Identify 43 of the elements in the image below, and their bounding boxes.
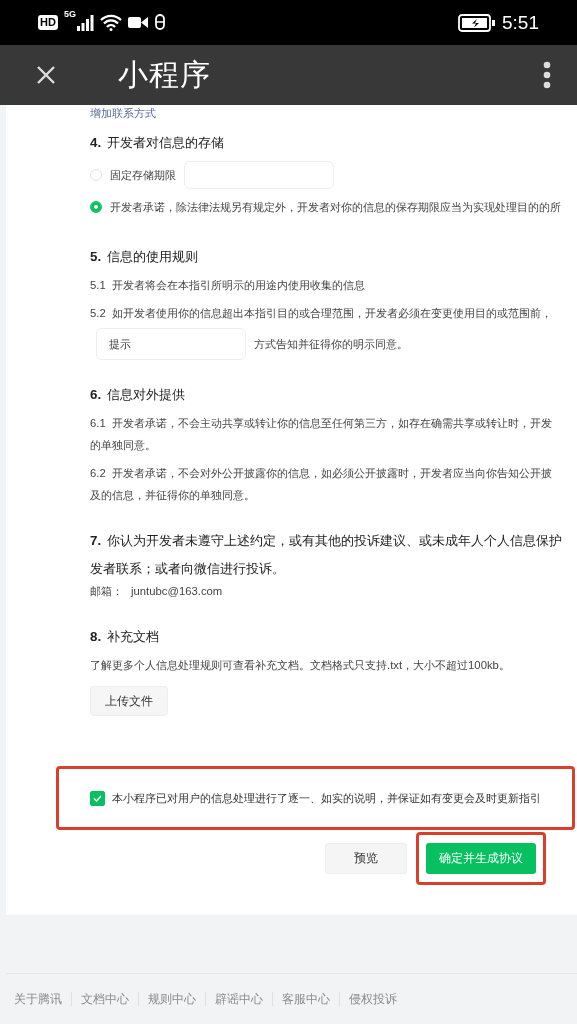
clock-time: 5:51 <box>502 11 539 34</box>
confirm-button[interactable]: 确定并生成协议 <box>426 843 536 874</box>
footer-link[interactable]: 侵权投诉 <box>339 992 406 1006</box>
signal-icon <box>75 14 94 31</box>
input-field[interactable]: 提示 <box>96 328 246 360</box>
checkbox[interactable] <box>90 790 105 806</box>
section-heading: 8. 补充文档 <box>90 628 161 646</box>
radio-label: 固定存储期限 <box>110 168 176 183</box>
footer-link[interactable]: 辟谣中心 <box>205 992 272 1006</box>
add-contact-link[interactable]: 增加联系方式 <box>90 106 577 120</box>
section-heading: 发者联系；或者向微信进行投诉。 <box>90 560 286 578</box>
clause-text: 6.2 开发者承诺，不会对外公开披露你的信息，如必须公开披露时，开发者应当向你告知公开披 <box>90 466 552 481</box>
email-address: juntubc@163.com <box>131 585 223 597</box>
close-icon[interactable] <box>36 65 56 85</box>
clause-text: 6.1 开发者承诺，不会主动共享或转让你的信息至任何第三方，如存在确需共享或转让时，开发 <box>90 416 552 431</box>
agreement-text: 本小程序已对用户的信息处理进行了逐一、如实的说明，并保证如有变更会及时更新指引 <box>112 790 541 806</box>
footer-link[interactable]: 文档中心 <box>71 992 138 1006</box>
footer-link[interactable]: 规则中心 <box>138 992 205 1006</box>
battery-icon <box>458 13 496 32</box>
radio-button[interactable] <box>90 201 102 213</box>
video-camera-icon <box>127 16 148 29</box>
page-title: 小程序 <box>118 56 212 93</box>
note-text: 了解更多个人信息处理规则可查看补充文档。文档格式只支持.txt，大小不超过100kb。 <box>90 659 510 671</box>
radio-label: 开发者承诺，除法律法规另有规定外，开发者对你的信息的保存期限应当为实现处理目的的所 <box>110 200 561 215</box>
clause-text: 的单独同意。 <box>90 438 156 453</box>
wifi-icon <box>99 14 122 31</box>
upload-button[interactable]: 上传文件 <box>90 686 168 716</box>
email-label: 邮箱： <box>90 585 123 597</box>
section-heading: 4. 开发者对信息的存储 <box>90 134 226 152</box>
section-heading: 7. 你认为开发者未遵守上述约定，或有其他的投诉建议、或未成年人个人信息保护 <box>90 532 564 550</box>
clause-text: 5.1 开发者将会在本指引所明示的用途内使用收集的信息 <box>90 278 365 293</box>
hd-badge: HD <box>38 15 58 30</box>
network-label: 5G <box>63 9 76 19</box>
section-heading: 5. 信息的使用规则 <box>90 248 200 266</box>
footer-link[interactable]: 关于腾讯 <box>14 992 71 1006</box>
section-heading: 6. 信息对外提供 <box>90 386 187 404</box>
clause-text: 及的信息，并征得你的单独同意。 <box>90 488 255 503</box>
footer-link[interactable]: 客服中心 <box>272 992 339 1006</box>
checkmark-icon <box>93 794 102 802</box>
more-menu-icon[interactable] <box>543 61 551 89</box>
clause-text: 方式告知并征得你的明示同意。 <box>254 337 408 352</box>
preview-button[interactable]: 预览 <box>325 843 407 874</box>
clause-text: 5.2 如开发者使用你的信息超出本指引目的或合理范围，开发者必须在变更使用目的或范围前， <box>90 306 552 321</box>
